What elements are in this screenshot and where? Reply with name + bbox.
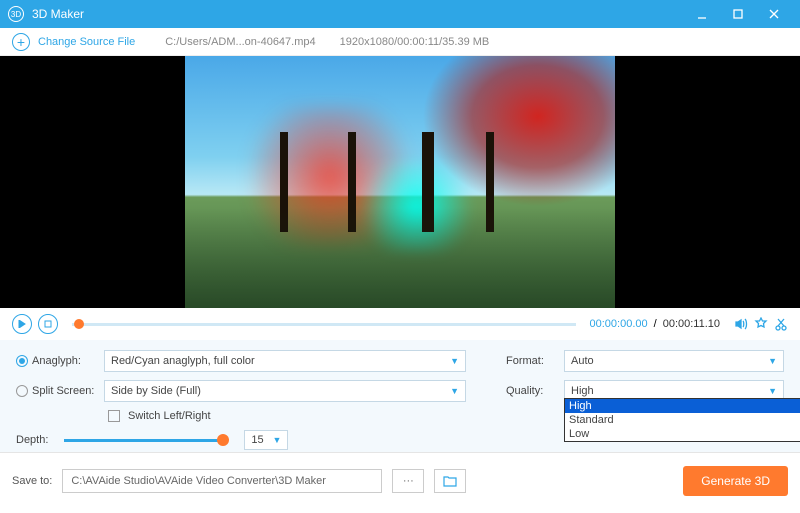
app-title: 3D Maker	[32, 7, 684, 21]
depth-label: Depth:	[16, 434, 48, 446]
cut-icon[interactable]	[774, 317, 788, 331]
quality-value: High	[571, 385, 594, 397]
maximize-button[interactable]	[720, 0, 756, 28]
chevron-down-icon: ▼	[768, 386, 777, 396]
settings-panel: Anaglyph: Red/Cyan anaglyph, full color ▼…	[0, 340, 800, 452]
anaglyph-select[interactable]: Red/Cyan anaglyph, full color ▼	[104, 350, 466, 372]
plus-icon: +	[12, 33, 30, 51]
chevron-down-icon: ▼	[273, 435, 282, 445]
split-select[interactable]: Side by Side (Full) ▼	[104, 380, 466, 402]
source-bar: + Change Source File C:/Users/ADM...on-4…	[0, 28, 800, 56]
minimize-button[interactable]	[684, 0, 720, 28]
change-source-button[interactable]: + Change Source File	[12, 33, 135, 51]
radio-on-icon	[16, 355, 28, 367]
save-path-field[interactable]: C:\AVAide Studio\AVAide Video Converter\…	[62, 469, 382, 493]
play-button[interactable]	[12, 314, 32, 334]
player-controls: 00:00:00.00 / 00:00:11.10	[0, 308, 800, 340]
timeline-slider[interactable]	[72, 323, 576, 326]
current-time: 00:00:00.00	[590, 318, 648, 330]
preview-frame	[185, 56, 615, 308]
anaglyph-value: Red/Cyan anaglyph, full color	[111, 355, 255, 367]
split-label: Split Screen:	[32, 385, 94, 397]
depth-thumb[interactable]	[217, 434, 229, 446]
source-info: 1920x1080/00:00:11/35.39 MB	[340, 36, 490, 48]
split-value: Side by Side (Full)	[111, 385, 201, 397]
depth-value-select[interactable]: 15 ▼	[244, 430, 288, 450]
app-logo-icon: 3D	[8, 6, 24, 22]
format-value: Auto	[571, 355, 594, 367]
quality-option-high[interactable]: High	[565, 399, 800, 413]
switch-lr-checkbox[interactable]	[108, 410, 120, 422]
chevron-down-icon: ▼	[768, 356, 777, 366]
source-path: C:/Users/ADM...on-40647.mp4	[165, 36, 315, 48]
time-separator: /	[654, 318, 657, 330]
quality-label: Quality:	[506, 385, 556, 397]
video-preview	[0, 56, 800, 308]
open-folder-button[interactable]	[434, 469, 466, 493]
depth-value: 15	[251, 434, 263, 446]
dots-icon: ···	[403, 475, 414, 487]
split-screen-radio[interactable]: Split Screen:	[16, 385, 96, 397]
radio-off-icon	[16, 385, 28, 397]
depth-slider[interactable]	[64, 439, 224, 442]
quality-option-low[interactable]: Low	[565, 427, 800, 441]
format-select[interactable]: Auto ▼	[564, 350, 784, 372]
timeline-thumb[interactable]	[74, 319, 84, 329]
bottom-bar: Save to: C:\AVAide Studio\AVAide Video C…	[0, 452, 800, 508]
switch-lr-label: Switch Left/Right	[128, 410, 211, 422]
folder-icon	[443, 475, 457, 487]
chevron-down-icon: ▼	[450, 356, 459, 366]
format-label: Format:	[506, 355, 556, 367]
browse-button[interactable]: ···	[392, 469, 424, 493]
volume-icon[interactable]	[734, 317, 748, 331]
change-source-label: Change Source File	[38, 36, 135, 48]
generate-3d-button[interactable]: Generate 3D	[683, 466, 788, 496]
duration: 00:00:11.10	[663, 318, 720, 330]
chevron-down-icon: ▼	[450, 386, 459, 396]
stop-button[interactable]	[38, 314, 58, 334]
titlebar: 3D 3D Maker	[0, 0, 800, 28]
quality-dropdown: High Standard Low	[564, 398, 800, 442]
close-button[interactable]	[756, 0, 792, 28]
save-to-label: Save to:	[12, 475, 52, 487]
anaglyph-radio[interactable]: Anaglyph:	[16, 355, 96, 367]
quality-option-standard[interactable]: Standard	[565, 413, 800, 427]
save-path-value: C:\AVAide Studio\AVAide Video Converter\…	[71, 475, 326, 487]
snapshot-icon[interactable]	[754, 317, 768, 331]
anaglyph-label: Anaglyph:	[32, 355, 81, 367]
